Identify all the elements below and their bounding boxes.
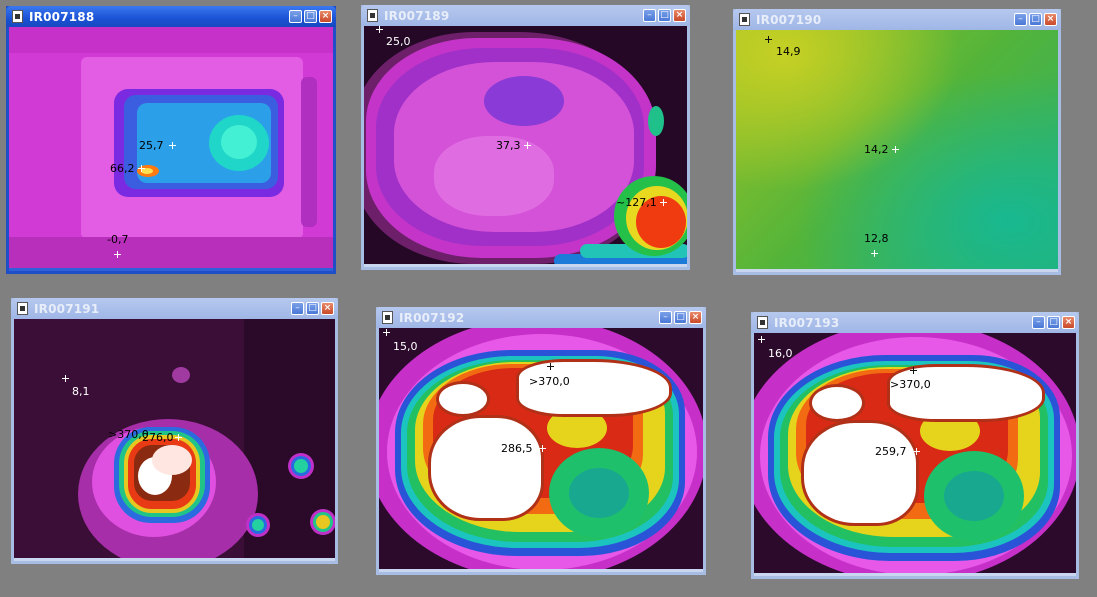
app-icon[interactable] (739, 13, 750, 26)
window-titlebar[interactable]: IR007191 – □ × (11, 298, 338, 319)
temperature-label: 8,1 (72, 385, 90, 398)
measurement-crosshair[interactable] (169, 142, 176, 149)
temperature-label: 14,9 (776, 45, 801, 58)
thermal-image[interactable]: 8,1 >370,0 276,0 (14, 319, 335, 558)
temperature-label: ~127,1 (616, 196, 657, 209)
window-title: IR007191 (34, 301, 100, 316)
thermal-window-ir007188[interactable]: IR007188 – □ × 25,7 66,2 -0,7 (6, 6, 336, 274)
window-titlebar[interactable]: IR007188 – □ × (6, 6, 336, 27)
minimize-button[interactable]: – (643, 9, 656, 22)
measurement-crosshair[interactable] (175, 434, 182, 441)
maximize-button[interactable]: □ (1029, 13, 1042, 26)
window-title: IR007189 (384, 8, 450, 23)
temperature-label: 66,2 (110, 162, 135, 175)
maximize-button[interactable]: □ (674, 311, 687, 324)
temperature-label: 276,0 (142, 431, 174, 444)
window-title: IR007188 (29, 9, 95, 24)
minimize-button[interactable]: – (291, 302, 304, 315)
measurement-crosshair[interactable] (910, 367, 917, 374)
thermal-image[interactable]: 16,0 >370,0 259,7 (754, 333, 1076, 573)
minimize-button[interactable]: – (1014, 13, 1027, 26)
thermal-image[interactable]: 15,0 >370,0 286,5 (379, 328, 703, 569)
window-title: IR007193 (774, 315, 840, 330)
window-titlebar[interactable]: IR007193 – □ × (751, 312, 1079, 333)
measurement-crosshair[interactable] (913, 448, 920, 455)
measurement-crosshair[interactable] (547, 363, 554, 370)
thermal-image[interactable]: 25,0 37,3 ~127,1 (364, 26, 687, 264)
temperature-label: 37,3 (496, 139, 521, 152)
minimize-button[interactable]: – (659, 311, 672, 324)
maximize-button[interactable]: □ (306, 302, 319, 315)
thermal-window-ir007190[interactable]: IR007190 – □ × 14,9 14,2 12,8 (733, 9, 1061, 275)
minimize-button[interactable]: – (1032, 316, 1045, 329)
measurement-crosshair[interactable] (138, 165, 145, 172)
measurement-crosshair[interactable] (758, 336, 765, 343)
close-button[interactable]: × (689, 311, 702, 324)
measurement-crosshair[interactable] (383, 329, 390, 336)
close-button[interactable]: × (321, 302, 334, 315)
measurement-crosshair[interactable] (376, 26, 383, 33)
app-icon[interactable] (17, 302, 28, 315)
temperature-label: 12,8 (864, 232, 889, 245)
thermal-window-ir007192[interactable]: IR007192 – □ × 15,0 >370,0 286,5 (376, 307, 706, 575)
temperature-label: 16,0 (768, 347, 793, 360)
measurement-crosshair[interactable] (765, 36, 772, 43)
window-title: IR007192 (399, 310, 465, 325)
window-title: IR007190 (756, 12, 822, 27)
app-icon[interactable] (757, 316, 768, 329)
window-titlebar[interactable]: IR007189 – □ × (361, 5, 690, 26)
close-button[interactable]: × (673, 9, 686, 22)
temperature-label: 25,7 (139, 139, 164, 152)
thermal-window-ir007193[interactable]: IR007193 – □ × 16,0 >370,0 259,7 (751, 312, 1079, 579)
measurement-crosshair[interactable] (892, 146, 899, 153)
maximize-button[interactable]: □ (658, 9, 671, 22)
close-button[interactable]: × (319, 10, 332, 23)
temperature-label: 14,2 (864, 143, 889, 156)
temperature-label: >370,0 (890, 378, 931, 391)
app-icon[interactable] (12, 10, 23, 23)
close-button[interactable]: × (1062, 316, 1075, 329)
maximize-button[interactable]: □ (304, 10, 317, 23)
maximize-button[interactable]: □ (1047, 316, 1060, 329)
measurement-crosshair[interactable] (114, 251, 121, 258)
thermal-image[interactable]: 25,7 66,2 -0,7 (9, 27, 333, 268)
measurement-crosshair[interactable] (660, 199, 667, 206)
measurement-crosshair[interactable] (62, 375, 69, 382)
temperature-label: >370,0 (529, 375, 570, 388)
window-titlebar[interactable]: IR007190 – □ × (733, 9, 1061, 30)
app-icon[interactable] (367, 9, 378, 22)
window-titlebar[interactable]: IR007192 – □ × (376, 307, 706, 328)
temperature-label: -0,7 (107, 233, 129, 246)
measurement-crosshair[interactable] (871, 250, 878, 257)
thermal-image[interactable]: 14,9 14,2 12,8 (736, 30, 1058, 269)
temperature-label: 259,7 (875, 445, 907, 458)
measurement-crosshair[interactable] (524, 142, 531, 149)
thermal-window-ir007191[interactable]: IR007191 – □ × 8,1 >370,0 276,0 (11, 298, 338, 564)
thermal-window-ir007189[interactable]: IR007189 – □ × 25,0 37,3 ~127,1 (361, 5, 690, 270)
measurement-crosshair[interactable] (539, 445, 546, 452)
minimize-button[interactable]: – (289, 10, 302, 23)
close-button[interactable]: × (1044, 13, 1057, 26)
temperature-label: 286,5 (501, 442, 533, 455)
temperature-label: 25,0 (386, 35, 411, 48)
temperature-label: 15,0 (393, 340, 418, 353)
app-icon[interactable] (382, 311, 393, 324)
